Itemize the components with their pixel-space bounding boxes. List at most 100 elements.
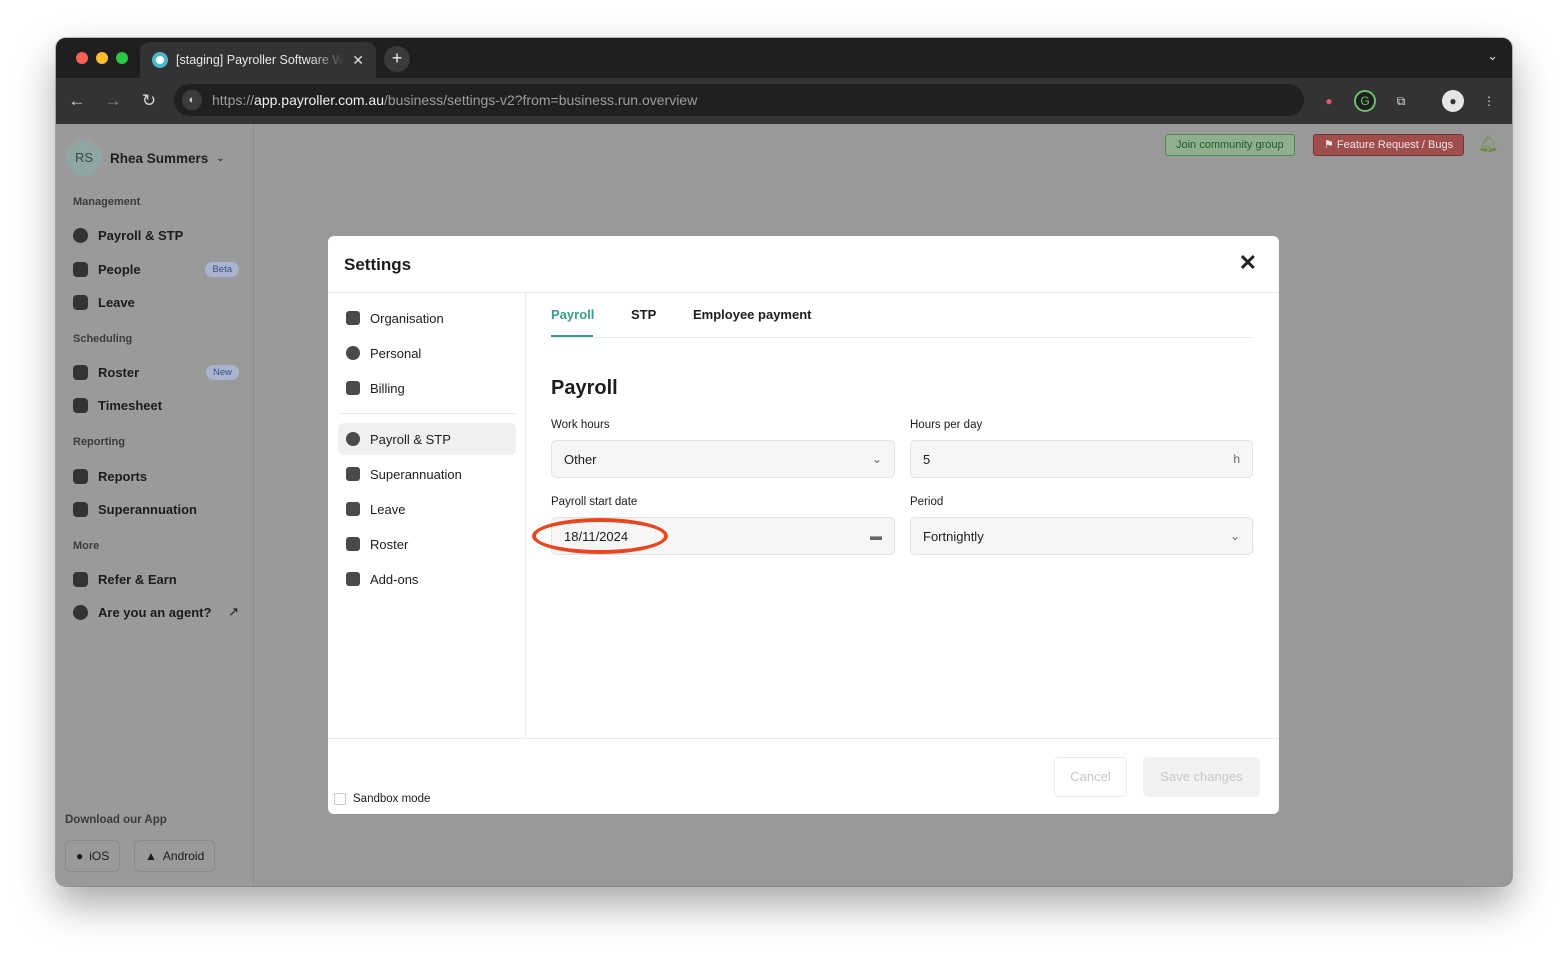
sidebar-item-people[interactable]: People Beta — [73, 257, 239, 281]
forward-arrow-icon[interactable]: → — [100, 88, 126, 114]
settings-nav-leave[interactable]: Leave — [338, 493, 516, 525]
building-icon — [346, 311, 360, 325]
calendar-icon — [346, 537, 360, 551]
divider — [328, 738, 1279, 739]
sidebar-item-label: Roster — [98, 364, 140, 380]
question-icon — [73, 604, 88, 620]
tab-label: Payroll — [551, 307, 595, 322]
piggy-bank-icon — [346, 467, 360, 481]
work-hours-label: Work hours — [551, 419, 610, 431]
sidebar-item-payroll[interactable]: Payroll & STP — [73, 223, 239, 247]
sidebar-item-roster[interactable]: Roster New — [73, 360, 239, 384]
settings-nav-roster[interactable]: Roster — [338, 528, 516, 560]
period-select[interactable]: Fortnightly ⌄ — [910, 517, 1253, 555]
tab-close-icon[interactable]: ✕ — [352, 52, 364, 69]
sidebar-item-label: Payroll & STP — [98, 227, 184, 243]
feature-request-button[interactable]: ⚑ Feature Request / Bugs — [1313, 134, 1465, 156]
close-icon[interactable]: ✕ — [1239, 250, 1257, 276]
settings-nav-addons[interactable]: Add-ons — [338, 563, 516, 595]
maximize-window-button[interactable] — [116, 52, 128, 64]
work-hours-select[interactable]: Other ⌄ — [551, 440, 895, 478]
cancel-button[interactable]: Cancel — [1054, 757, 1127, 797]
tab-employee-payment[interactable]: Employee payment — [693, 307, 812, 322]
hours-per-day-value: 5 — [923, 451, 931, 467]
settings-nav-label: Superannuation — [370, 466, 462, 482]
sidebar-item-leave[interactable]: Leave — [73, 290, 239, 314]
tab-payroll[interactable]: Payroll — [551, 307, 594, 322]
section-reporting: Reporting — [73, 436, 125, 448]
sidebar: RS Rhea Summers ⌄ Management Payroll & S… — [56, 124, 254, 886]
join-community-button[interactable]: Join community group — [1165, 134, 1295, 156]
piggy-bank-icon — [73, 501, 88, 517]
avatar: RS — [66, 140, 102, 176]
flag-icon: ⚑ — [1324, 139, 1337, 151]
tab-search-chevron-icon[interactable]: ⌄ — [1487, 48, 1498, 64]
sidebar-item-agent[interactable]: Are you an agent? ↗ — [73, 600, 239, 624]
settings-nav-label: Payroll & STP — [370, 431, 451, 447]
back-arrow-icon[interactable]: ← — [64, 88, 90, 114]
tab-stp[interactable]: STP — [631, 307, 656, 322]
calendar-icon — [73, 364, 88, 380]
close-window-button[interactable] — [76, 52, 88, 64]
minimize-window-button[interactable] — [96, 52, 108, 64]
sidebar-item-label: Leave — [98, 294, 135, 310]
chevron-down-icon: ⌄ — [871, 452, 882, 466]
settings-nav-billing[interactable]: Billing — [338, 372, 516, 404]
report-icon — [73, 468, 88, 484]
tab-label: STP — [631, 307, 657, 322]
tab-strip: [staging] Payroller Software W ✕ + ⌄ — [56, 38, 1512, 78]
sidebar-item-label: People — [98, 261, 141, 277]
annotation-highlight-circle — [532, 518, 668, 554]
grammarly-icon[interactable]: G — [1354, 90, 1376, 112]
timesheet-icon — [73, 397, 88, 413]
people-icon — [73, 261, 88, 277]
sidebar-item-timesheet[interactable]: Timesheet — [73, 393, 239, 417]
settings-nav-label: Add-ons — [370, 571, 419, 587]
active-tab-indicator — [551, 335, 593, 337]
save-changes-button[interactable]: Save changes — [1143, 757, 1260, 797]
credit-card-icon — [346, 381, 360, 395]
tab-label: Employee payment — [693, 307, 812, 322]
user-menu[interactable]: RS Rhea Summers ⌄ — [66, 140, 225, 176]
site-info-icon[interactable]: ◐ — [182, 90, 202, 110]
address-bar[interactable]: ◐ https://app.payroller.com.au/business/… — [174, 84, 1304, 116]
settings-nav-personal[interactable]: Personal — [338, 337, 516, 369]
extension-alert-icon[interactable]: ● — [1318, 90, 1340, 112]
sidebar-item-superannuation[interactable]: Superannuation — [73, 497, 239, 521]
calendar-icon[interactable]: ▬ — [870, 529, 882, 543]
settings-nav-payroll[interactable]: Payroll & STP — [338, 423, 516, 455]
payroll-icon — [73, 227, 88, 243]
divider — [338, 413, 516, 414]
browser-tab[interactable]: [staging] Payroller Software W ✕ — [140, 42, 376, 78]
briefcase-icon — [346, 502, 360, 516]
new-tab-button[interactable]: + — [384, 46, 410, 72]
modal-title: Settings — [344, 255, 412, 274]
sidebar-item-label: Timesheet — [98, 397, 163, 413]
android-button[interactable]: ▲ Android — [134, 840, 216, 872]
settings-nav-superannuation[interactable]: Superannuation — [338, 458, 516, 490]
briefcase-icon — [73, 294, 88, 310]
user-name: Rhea Summers — [110, 150, 209, 166]
sandbox-label: Sandbox mode — [353, 793, 431, 805]
reload-icon[interactable]: ↻ — [136, 88, 162, 114]
sandbox-toggle[interactable]: Sandbox mode — [334, 793, 430, 805]
payroller-favicon-icon — [152, 52, 168, 68]
sandbox-checkbox[interactable] — [334, 793, 346, 805]
extensions-puzzle-icon[interactable]: ⧉ — [1390, 90, 1412, 112]
settings-modal: Settings ✕ Organisation Personal Billing… — [328, 236, 1279, 814]
sidebar-item-reports[interactable]: Reports — [73, 464, 239, 488]
settings-nav-organisation[interactable]: Organisation — [338, 302, 516, 334]
sidebar-item-label: Refer & Earn — [98, 571, 177, 587]
android-label: Android — [162, 849, 205, 863]
sidebar-item-refer[interactable]: Refer & Earn — [73, 567, 239, 591]
bell-icon[interactable]: 🔔︎ — [1478, 134, 1498, 154]
browser-menu-icon[interactable]: ⋮ — [1478, 90, 1500, 112]
chevron-down-icon: ⌄ — [216, 152, 225, 164]
external-link-icon: ↗ — [228, 604, 239, 619]
start-date-label: Payroll start date — [551, 496, 638, 508]
ios-button[interactable]: ● iOS — [65, 840, 121, 872]
beta-badge: Beta — [205, 261, 239, 277]
hours-per-day-input[interactable]: 5 h — [910, 440, 1253, 478]
section-scheduling: Scheduling — [73, 333, 133, 345]
profile-avatar-icon[interactable]: ● — [1442, 90, 1464, 112]
